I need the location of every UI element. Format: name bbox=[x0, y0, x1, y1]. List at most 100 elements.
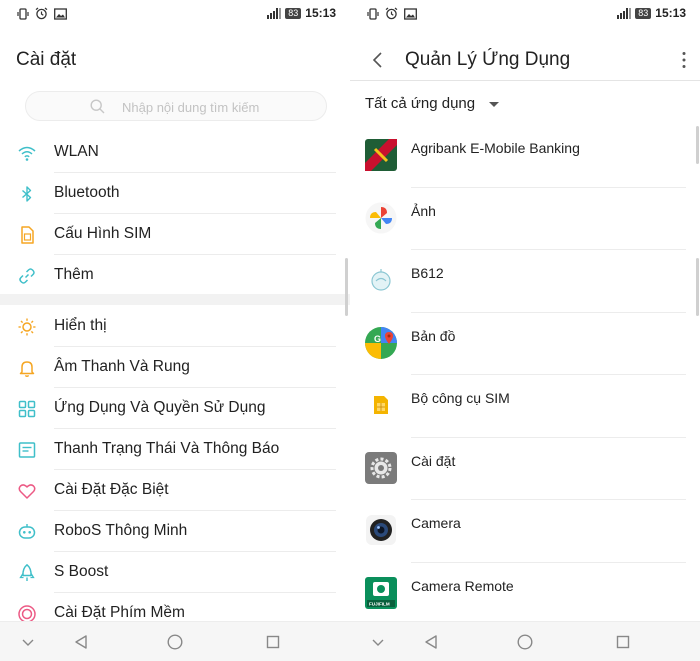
clock: 15:13 bbox=[655, 6, 686, 20]
back-arrow-icon[interactable] bbox=[368, 50, 388, 70]
group-divider bbox=[0, 294, 350, 305]
link-icon bbox=[19, 268, 35, 284]
page-title: Cài đặt bbox=[16, 49, 77, 70]
app-item-camera[interactable]: Camera bbox=[350, 500, 700, 563]
dropdown-caret-icon bbox=[489, 102, 500, 107]
nav-bar bbox=[350, 621, 700, 661]
settings-group-device: Hiển thị Âm Thanh Và Rung Ứng Dụng Và Qu… bbox=[0, 306, 350, 634]
settings-item-sound[interactable]: Âm Thanh Và Rung bbox=[0, 347, 350, 388]
home-circle-icon[interactable] bbox=[516, 633, 534, 651]
settings-item-special[interactable]: Cài Đặt Đặc Biệt bbox=[0, 470, 350, 511]
settings-item-sim[interactable]: Cấu Hình SIM bbox=[0, 214, 350, 255]
header-divider bbox=[350, 80, 700, 81]
settings-item-label: Bluetooth bbox=[54, 184, 120, 201]
scrollbar[interactable] bbox=[696, 126, 699, 164]
app-name: Cài đặt bbox=[411, 452, 456, 469]
app-name: Bản đồ bbox=[411, 327, 456, 344]
app-filter-label: Tất cả ứng dụng bbox=[365, 95, 476, 112]
settings-item-status-bar[interactable]: Thanh Trạng Thái Và Thông Báo bbox=[0, 429, 350, 470]
svg-text:G: G bbox=[374, 334, 381, 344]
app-manager-screen: 83 15:13 Quản Lý Ứng Dụng Tất cả ứng dụn… bbox=[350, 0, 700, 661]
signal-icon bbox=[617, 8, 632, 19]
b612-icon bbox=[365, 264, 397, 296]
more-options-icon[interactable] bbox=[680, 50, 688, 70]
settings-item-label: Cấu Hình SIM bbox=[54, 225, 152, 242]
app-item-b612[interactable]: B612 bbox=[350, 250, 700, 313]
heart-icon bbox=[18, 484, 36, 499]
vibrate-icon bbox=[17, 7, 29, 20]
settings-item-display[interactable]: Hiển thị bbox=[0, 306, 350, 347]
rocket-icon bbox=[19, 564, 35, 581]
search-placeholder: Nhập nội dung tìm kiếm bbox=[122, 100, 260, 115]
settings-item-wlan[interactable]: WLAN bbox=[0, 132, 350, 173]
settings-item-label: WLAN bbox=[54, 143, 99, 160]
sun-icon bbox=[18, 318, 36, 336]
robot-icon bbox=[18, 524, 36, 539]
bluetooth-icon bbox=[22, 186, 32, 202]
app-name: Ảnh bbox=[411, 202, 436, 219]
back-triangle-icon[interactable] bbox=[72, 633, 90, 651]
settings-item-label: RoboS Thông Minh bbox=[54, 522, 188, 539]
app-name: Agribank E-Mobile Banking bbox=[411, 140, 580, 156]
battery-level: 83 bbox=[635, 7, 652, 19]
settings-item-label: Ứng Dụng Và Quyền Sử Dụng bbox=[54, 399, 266, 416]
sim-icon bbox=[21, 226, 34, 244]
app-name: Camera Remote bbox=[411, 577, 514, 594]
app-name: Bộ công cụ SIM bbox=[411, 390, 510, 406]
alarm-icon bbox=[385, 7, 398, 20]
nav-bar bbox=[0, 621, 350, 661]
app-filter-dropdown[interactable]: Tất cả ứng dụng bbox=[365, 95, 500, 112]
settings-item-robos[interactable]: RoboS Thông Minh bbox=[0, 511, 350, 552]
recents-square-icon[interactable] bbox=[264, 633, 282, 651]
settings-screen: 83 15:13 Cài đặt Nhập nội dung tìm kiếm … bbox=[0, 0, 350, 661]
settings-item-label: Âm Thanh Và Rung bbox=[54, 358, 190, 375]
app-item-camera-remote[interactable]: FUJIFILM Camera Remote bbox=[350, 563, 700, 626]
photos-pinwheel-icon bbox=[365, 202, 397, 233]
app-name: B612 bbox=[411, 265, 444, 281]
app-item-sim-toolkit[interactable]: Bộ công cụ SIM bbox=[350, 375, 700, 438]
search-input[interactable]: Nhập nội dung tìm kiếm bbox=[25, 91, 327, 121]
settings-item-label: Cài Đặt Đặc Biệt bbox=[54, 481, 169, 498]
settings-item-label: S Boost bbox=[54, 563, 109, 580]
home-circle-icon[interactable] bbox=[166, 633, 184, 651]
search-icon bbox=[90, 99, 105, 114]
back-triangle-icon[interactable] bbox=[422, 633, 440, 651]
settings-item-label: Thanh Trạng Thái Và Thông Báo bbox=[54, 440, 280, 457]
maps-icon: G bbox=[365, 326, 397, 359]
settings-gear-icon bbox=[365, 451, 397, 484]
settings-item-label: Thêm bbox=[54, 266, 94, 283]
camera-icon bbox=[366, 515, 396, 545]
settings-item-bluetooth[interactable]: Bluetooth bbox=[0, 173, 350, 214]
app-item-agribank[interactable]: Agribank E-Mobile Banking bbox=[350, 125, 700, 188]
settings-item-label: Hiển thị bbox=[54, 317, 107, 334]
scrollbar[interactable] bbox=[345, 258, 348, 316]
status-bar: 83 15:13 bbox=[350, 0, 700, 26]
fujifilm-badge: FUJIFILM bbox=[369, 601, 390, 606]
alarm-icon bbox=[35, 7, 48, 20]
hide-nav-chevron-icon[interactable] bbox=[19, 633, 37, 651]
battery-level: 83 bbox=[285, 7, 302, 19]
gallery-icon bbox=[54, 7, 67, 20]
app-item-photos[interactable]: Ảnh bbox=[350, 188, 700, 250]
app-item-settings[interactable]: Cài đặt bbox=[350, 438, 700, 500]
notification-panel-icon bbox=[18, 442, 36, 458]
recents-square-icon[interactable] bbox=[614, 633, 632, 651]
settings-item-more[interactable]: Thêm bbox=[0, 255, 350, 296]
scrollbar-secondary[interactable] bbox=[696, 258, 699, 316]
settings-item-s-boost[interactable]: S Boost bbox=[0, 552, 350, 593]
bell-icon bbox=[19, 361, 35, 377]
app-item-maps[interactable]: G Bản đồ bbox=[350, 313, 700, 375]
apps-grid-icon bbox=[18, 400, 36, 418]
vibrate-icon bbox=[367, 7, 379, 20]
agribank-icon bbox=[365, 139, 397, 171]
settings-item-apps-permissions[interactable]: Ứng Dụng Và Quyền Sử Dụng bbox=[0, 388, 350, 429]
gallery-icon bbox=[404, 7, 417, 20]
settings-group-connectivity: WLAN Bluetooth Cấu Hình SIM Thêm bbox=[0, 132, 350, 296]
app-list: Agribank E-Mobile Banking Ảnh B612 G Bản… bbox=[350, 125, 700, 625]
status-bar: 83 15:13 bbox=[0, 0, 350, 26]
page-title: Quản Lý Ứng Dụng bbox=[405, 49, 571, 70]
signal-icon bbox=[267, 8, 282, 19]
wifi-icon bbox=[18, 146, 36, 161]
hide-nav-chevron-icon[interactable] bbox=[369, 633, 387, 651]
camera-remote-icon: FUJIFILM bbox=[365, 576, 397, 609]
